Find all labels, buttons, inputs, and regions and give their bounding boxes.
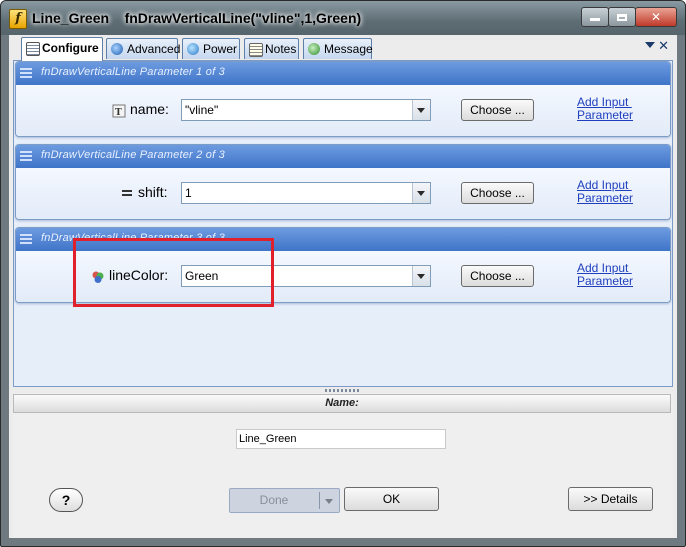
tab-strip: Configure Advanced Power Notes Message ✕ <box>9 35 677 61</box>
tab-label: Power <box>203 42 238 56</box>
done-button: Done <box>229 488 340 513</box>
done-button-separator <box>319 492 320 509</box>
window-title-function: fnDrawVerticalLine("vline",1,Green) <box>124 10 362 26</box>
svg-text:T: T <box>115 108 122 118</box>
window-title-name: Line_Green <box>32 10 110 26</box>
choose-button[interactable]: Choose ... <box>461 265 534 287</box>
notes-icon <box>249 43 263 57</box>
maximize-button[interactable] <box>608 7 636 27</box>
parameter-label: shift: <box>138 184 168 200</box>
done-dropdown-icon <box>325 499 333 504</box>
number-type-icon <box>122 190 132 196</box>
splitter-grip-icon[interactable] <box>325 389 361 392</box>
collapse-list-icon[interactable] <box>20 151 32 161</box>
name-field[interactable]: Line_Green <box>236 429 446 449</box>
add-input-parameter-link[interactable]: Add Input Parameter <box>577 96 633 122</box>
tab-message[interactable]: Message <box>303 38 373 59</box>
ok-button[interactable]: OK <box>344 487 439 511</box>
tab-close-icon[interactable]: ✕ <box>658 38 669 54</box>
add-input-parameter-link[interactable]: Add Input Parameter <box>577 262 633 288</box>
details-button[interactable]: >> Details <box>568 487 653 511</box>
parameter-value-combobox[interactable]: 1 <box>181 182 431 204</box>
collapse-list-icon[interactable] <box>20 68 32 78</box>
tab-label: Advanced <box>127 42 181 56</box>
parameter-label: name: <box>130 101 169 117</box>
name-section: Name: Line_Green ? Done OK >> Details <box>13 393 673 538</box>
window-title: Line_Green fnDrawVerticalLine("vline",1,… <box>32 10 361 26</box>
choose-button[interactable]: Choose ... <box>461 99 534 121</box>
done-button-label: Done <box>259 493 289 507</box>
minimize-button[interactable] <box>581 7 609 27</box>
annotation-highlight-box <box>73 238 274 307</box>
collapse-list-icon[interactable] <box>20 234 32 244</box>
tab-menu-dropdown-icon[interactable] <box>645 42 655 48</box>
parameter-group-header[interactable]: fnDrawVerticalLine Parameter 2 of 3 <box>16 145 670 168</box>
parameter-value: "vline" <box>185 103 219 117</box>
parameter-value-combobox[interactable]: "vline" <box>181 99 431 121</box>
power-icon <box>187 43 199 55</box>
tab-configure[interactable]: Configure <box>21 37 103 61</box>
name-section-header: Name: <box>13 394 671 413</box>
parameter-group-title: fnDrawVerticalLine Parameter 2 of 3 <box>41 149 225 161</box>
function-app-icon: f <box>9 9 27 29</box>
parameter-row: T name: "vline" Choose ... Add Input Par… <box>16 85 670 136</box>
parameter-value: 1 <box>185 186 192 200</box>
choose-button[interactable]: Choose ... <box>461 182 534 204</box>
advanced-icon <box>111 43 123 55</box>
tab-label: Notes <box>265 42 297 56</box>
chevron-down-icon[interactable] <box>412 266 430 286</box>
chevron-down-icon[interactable] <box>412 100 430 120</box>
text-type-icon: T <box>112 104 126 118</box>
parameter-row: shift: 1 Choose ... Add Input Parameter <box>16 168 670 219</box>
add-input-parameter-link[interactable]: Add Input Parameter <box>577 179 633 205</box>
chevron-down-icon[interactable] <box>412 183 430 203</box>
tab-label: Message <box>324 42 373 56</box>
title-bar[interactable]: f Line_Green fnDrawVerticalLine("vline",… <box>1 1 685 35</box>
minimize-icon <box>590 18 600 21</box>
tab-advanced[interactable]: Advanced <box>106 38 181 59</box>
parameter-group-2: fnDrawVerticalLine Parameter 2 of 3 shif… <box>15 144 671 220</box>
parameter-group-title: fnDrawVerticalLine Parameter 1 of 3 <box>41 66 225 78</box>
close-icon: ✕ <box>650 10 662 24</box>
tab-notes[interactable]: Notes <box>244 38 299 59</box>
parameter-group-header[interactable]: fnDrawVerticalLine Parameter 1 of 3 <box>16 62 670 85</box>
configure-icon <box>26 42 40 56</box>
message-icon <box>308 43 320 55</box>
tab-power[interactable]: Power <box>182 38 240 59</box>
help-button[interactable]: ? <box>49 488 83 512</box>
parameter-group-1: fnDrawVerticalLine Parameter 1 of 3 T na… <box>15 61 671 137</box>
close-button[interactable]: ✕ <box>635 7 677 27</box>
maximize-icon <box>617 14 627 21</box>
parameters-panel: fnDrawVerticalLine Parameter 1 of 3 T na… <box>13 60 673 387</box>
tab-label: Configure <box>42 41 99 55</box>
